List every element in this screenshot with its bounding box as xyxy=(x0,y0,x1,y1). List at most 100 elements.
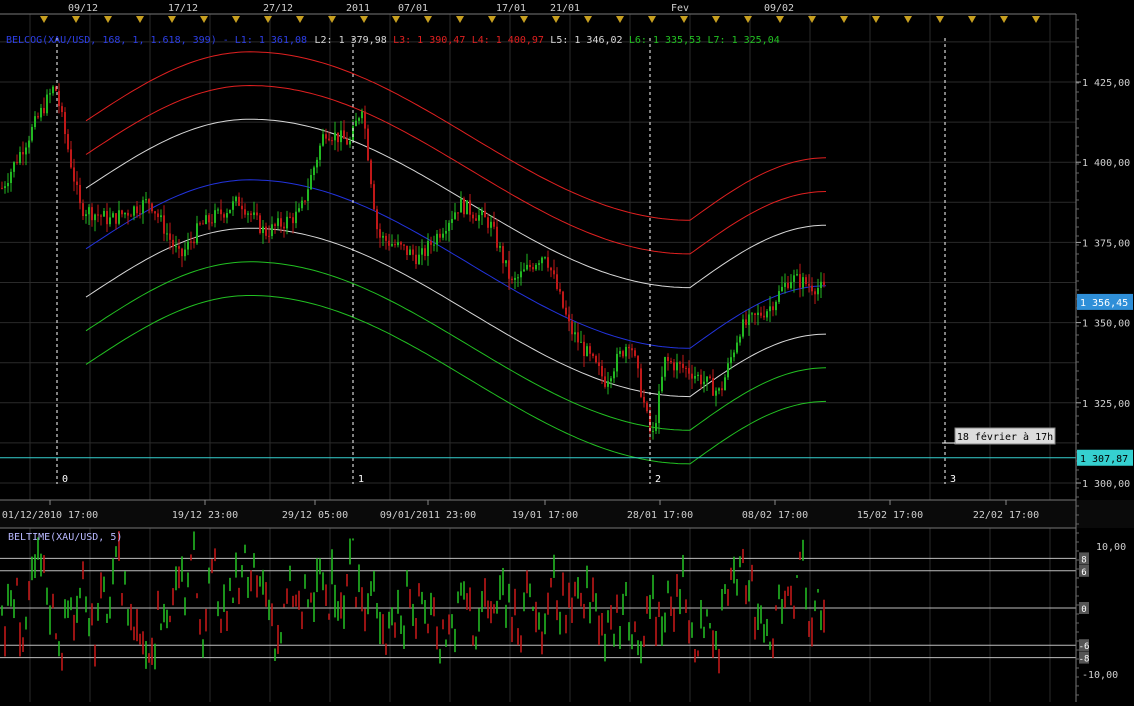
candle-body xyxy=(304,200,306,202)
candle-body xyxy=(514,277,516,280)
candle-body xyxy=(499,246,501,248)
candle-body xyxy=(283,226,285,229)
candle-body xyxy=(733,352,735,358)
candle-body xyxy=(469,200,471,215)
candle-body xyxy=(97,214,99,216)
candle-body xyxy=(127,212,129,216)
top-axis-label: 09/02 xyxy=(764,3,794,14)
price-tick-label: 1 300,00 xyxy=(1082,479,1130,490)
candle-body xyxy=(808,284,810,286)
candle-body xyxy=(721,388,723,391)
candle-body xyxy=(403,244,405,246)
candle-body xyxy=(667,357,669,361)
candle-body xyxy=(364,111,366,129)
cycle-label: 2 xyxy=(655,474,661,485)
legend-entry: L3: 1 390,47 xyxy=(393,35,465,46)
candle-body xyxy=(16,162,18,164)
candle-body xyxy=(550,267,552,271)
candle-body xyxy=(811,285,813,292)
candle-body xyxy=(463,198,465,215)
candle-body xyxy=(634,350,636,356)
top-axis-label: 17/01 xyxy=(496,3,526,14)
candle-body xyxy=(211,222,213,224)
candle-body xyxy=(70,149,72,168)
legend-entry: L6: 1 335,53 xyxy=(629,35,701,46)
candle-body xyxy=(580,341,582,343)
candle-body xyxy=(115,213,117,224)
candle-body xyxy=(457,212,459,214)
candle-body xyxy=(601,366,603,377)
candle-body xyxy=(76,181,78,185)
time-axis-label: 15/02 17:00 xyxy=(857,510,923,521)
candle-body xyxy=(772,306,774,311)
candle-body xyxy=(202,223,204,225)
candle-body xyxy=(697,374,699,377)
candle-body xyxy=(370,160,372,185)
candle-body xyxy=(562,291,564,308)
candle-body xyxy=(574,332,576,335)
candle-body xyxy=(655,423,657,431)
candle-body xyxy=(121,210,123,215)
price-chart-svg[interactable]: 09/12 17/12 27/12 2011 07/01 17/01 21/01 Fev 09/… xyxy=(0,0,1134,702)
osc-level-label: -8 xyxy=(1079,655,1090,665)
candle-body xyxy=(43,107,45,114)
time-axis-label: 28/01 17:00 xyxy=(627,510,693,521)
candle-body xyxy=(250,213,252,215)
candle-body xyxy=(445,230,447,234)
candle-body xyxy=(196,223,198,244)
candle-body xyxy=(85,214,87,217)
cycle-label: 0 xyxy=(62,474,68,485)
candle-body xyxy=(388,240,390,246)
candle-body xyxy=(217,209,219,211)
candle-body xyxy=(640,368,642,397)
candle-body xyxy=(598,362,600,367)
candle-body xyxy=(181,248,183,257)
candle-body xyxy=(292,217,294,224)
top-axis-label: 09/12 xyxy=(68,3,98,14)
candle-body xyxy=(10,171,12,184)
candle-body xyxy=(739,336,741,343)
candle-body xyxy=(334,132,336,141)
legend-entry: BELCOG(XAU/USD, 168, 1, 1.618, 399) - L1… xyxy=(6,35,307,46)
time-axis-label: 22/02 17:00 xyxy=(973,510,1039,521)
candle-body xyxy=(139,213,141,215)
candle-body xyxy=(478,215,480,221)
top-axis-label: 07/01 xyxy=(398,3,428,14)
candle-body xyxy=(190,241,192,243)
candle-body xyxy=(277,218,279,226)
candle-body xyxy=(169,233,171,240)
candle-body xyxy=(145,199,147,201)
legend-entry: L7: 1 325,04 xyxy=(708,35,780,46)
candle-body xyxy=(184,249,186,257)
candle-body xyxy=(592,353,594,357)
candle-body xyxy=(430,241,432,245)
top-axis-label: 21/01 xyxy=(550,3,580,14)
candle-body xyxy=(745,319,747,325)
top-axis-label: 17/12 xyxy=(168,3,198,14)
candle-body xyxy=(214,210,216,223)
candle-body xyxy=(19,152,21,164)
candle-body xyxy=(361,111,363,119)
candle-body xyxy=(460,198,462,213)
candle-body xyxy=(682,363,684,368)
candle-body xyxy=(31,127,33,141)
candle-body xyxy=(376,209,378,230)
candle-body xyxy=(358,118,360,121)
candle-body xyxy=(64,112,66,135)
candle-body xyxy=(262,226,264,233)
candle-body xyxy=(754,313,756,315)
candle-body xyxy=(451,218,453,223)
candle-body xyxy=(157,213,159,218)
candle-body xyxy=(595,356,597,363)
candle-body xyxy=(154,211,156,214)
candle-body xyxy=(22,152,24,155)
annotation-text: 18 février à 17h xyxy=(957,431,1053,443)
candle-body xyxy=(544,257,546,259)
candle-body xyxy=(802,277,804,288)
candle-body xyxy=(766,311,768,318)
cycle-label: 1 xyxy=(358,474,364,485)
candle-body xyxy=(454,212,456,219)
candle-body xyxy=(199,223,201,225)
candle-body xyxy=(1,187,3,189)
candle-body xyxy=(40,107,42,118)
